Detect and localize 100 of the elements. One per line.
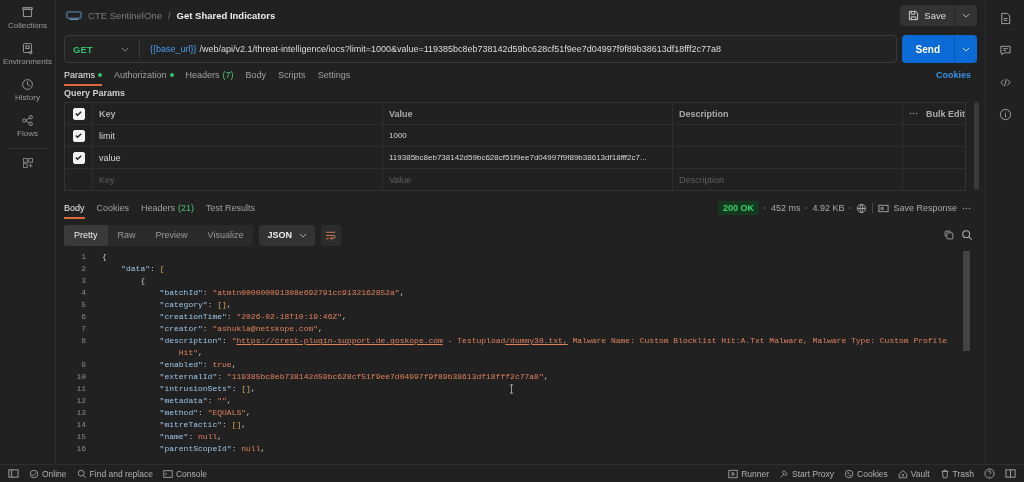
code-token: :: [222, 336, 228, 345]
code-token: "data": [120, 264, 150, 273]
comment-icon[interactable]: [998, 44, 1012, 57]
code-token: ,: [260, 444, 266, 453]
play-icon: [728, 468, 739, 479]
code-token: :: [202, 324, 209, 333]
response-tab[interactable]: Body: [64, 199, 85, 219]
url-bar[interactable]: GET {{base_url}} /web/api/v2.1/threat-intelligence/iocs?limit=1000&value=119385bc8eb738142d59bc628cf51f9ee7d04997f9f89b38613df18fff2c77a8: [64, 35, 897, 63]
house-icon: [897, 468, 908, 479]
status-bar-item[interactable]: Trash: [939, 468, 974, 479]
code-token: "creationTime": [158, 312, 227, 321]
line-number: 9: [80, 359, 86, 371]
status-bar-item[interactable]: Vault: [897, 468, 930, 479]
check-circle-icon: [29, 468, 39, 479]
view-mode-tab[interactable]: Visualize: [197, 224, 254, 246]
sidebar-item[interactable]: Environments: [0, 40, 55, 68]
bulk-edit-button[interactable]: Bulk Edit: [926, 108, 965, 119]
scrollbar-thumb[interactable]: [974, 102, 979, 190]
code-token: ,: [543, 372, 549, 381]
scrollbar-thumb[interactable]: [963, 251, 970, 351]
code-token: {: [139, 276, 146, 285]
code-token: - Testupload: [446, 336, 506, 345]
section-title: Query Params: [64, 88, 127, 98]
search-icon[interactable]: [961, 229, 973, 241]
request-tab[interactable]: Settings: [317, 66, 351, 86]
code-token: "intrusionSets": [158, 384, 232, 393]
code-token: [: [159, 264, 165, 273]
code-link[interactable]: https://crest-plugin-support.de.goskope.com: [236, 336, 443, 345]
code-link[interactable]: /dummy30.txt,: [505, 336, 568, 345]
copy-icon[interactable]: [943, 229, 955, 241]
info-icon[interactable]: [998, 108, 1012, 121]
code-token: :: [217, 372, 224, 381]
text-cursor-icon: [509, 384, 514, 394]
url-variable: {{base_url}}: [150, 44, 197, 54]
format-dropdown[interactable]: JSON: [259, 224, 315, 246]
sidebar-item[interactable]: Collections: [0, 4, 55, 32]
status-bar-item[interactable]: Console: [162, 468, 208, 479]
sidebar-item[interactable]: History: [0, 76, 55, 104]
split-view-icon[interactable]: [1005, 468, 1016, 479]
code-token: :: [222, 420, 228, 429]
breadcrumb-separator: /: [167, 9, 171, 21]
code-token: ,: [342, 312, 347, 321]
status-bar-item[interactable]: Find and replace: [76, 468, 153, 479]
view-mode-tab[interactable]: Raw: [107, 224, 146, 246]
status-bar-item[interactable]: Cookies: [844, 468, 888, 479]
column-header: Value: [389, 108, 413, 119]
cookies-link[interactable]: Cookies: [936, 70, 977, 86]
status-bar-item[interactable]: Runner: [728, 468, 770, 479]
sidebar-item[interactable]: Flows: [0, 112, 55, 140]
wrap-lines-button[interactable]: [320, 224, 341, 246]
line-number: 12: [75, 395, 86, 407]
code-token: {: [102, 252, 107, 261]
response-tab[interactable]: Cookies: [96, 199, 130, 219]
method-selector[interactable]: GET: [73, 43, 121, 55]
checkbox[interactable]: [72, 129, 85, 142]
view-mode-tab[interactable]: Preview: [145, 224, 198, 246]
table-cell: value: [99, 152, 121, 163]
response-tab[interactable]: Headers (21): [141, 199, 195, 219]
globe-icon[interactable]: [856, 202, 868, 214]
code-token: Hit": [177, 348, 198, 357]
code-token: "description": [158, 336, 223, 345]
line-number: 14: [75, 419, 86, 431]
document-icon[interactable]: [998, 12, 1012, 25]
code-token: :: [231, 444, 238, 453]
environment-icon: [21, 42, 34, 55]
code-token: "category": [158, 300, 208, 309]
response-size: 4.92 KB: [812, 203, 845, 213]
code-icon[interactable]: [998, 76, 1012, 89]
code-token: ,: [226, 396, 232, 405]
code-token: "batchId": [158, 288, 203, 297]
request-tab[interactable]: Params: [64, 66, 102, 86]
code-token: "metadata": [158, 396, 208, 405]
request-tab[interactable]: Headers (7): [185, 66, 234, 86]
request-title: Get Shared Indicators: [176, 9, 276, 21]
line-number: 8: [80, 335, 86, 347]
code-token: :: [207, 396, 214, 405]
chevron-down-icon: [962, 46, 970, 52]
checkbox[interactable]: [72, 151, 85, 164]
terminal-icon: [162, 468, 173, 479]
save-response-button[interactable]: Save Response: [878, 202, 957, 214]
request-tab[interactable]: Authorization: [114, 66, 174, 86]
help-icon[interactable]: [984, 468, 995, 479]
response-time: 452 ms: [770, 203, 801, 213]
sidebar-toggle-icon[interactable]: [8, 468, 19, 479]
view-mode-tab[interactable]: Pretty: [64, 224, 108, 246]
line-number: 2: [80, 263, 86, 275]
chevron-down-icon: [121, 46, 129, 52]
add-workspace-icon[interactable]: [21, 157, 34, 169]
collection-breadcrumb[interactable]: CTE SentinelOne: [88, 9, 162, 21]
request-tab[interactable]: Body: [245, 66, 267, 86]
code-token: "EQUALS": [207, 408, 247, 417]
code-token: :: [202, 288, 209, 297]
code-token: "creator": [158, 324, 203, 333]
code-token: ,: [246, 408, 251, 417]
checkbox[interactable]: [72, 107, 85, 120]
response-tab[interactable]: Test Results: [206, 199, 256, 219]
status-bar-item[interactable]: Online: [29, 468, 67, 479]
trash-icon: [939, 468, 950, 479]
request-tab[interactable]: Scripts: [278, 66, 306, 86]
status-bar-item[interactable]: Start Proxy: [779, 468, 835, 479]
